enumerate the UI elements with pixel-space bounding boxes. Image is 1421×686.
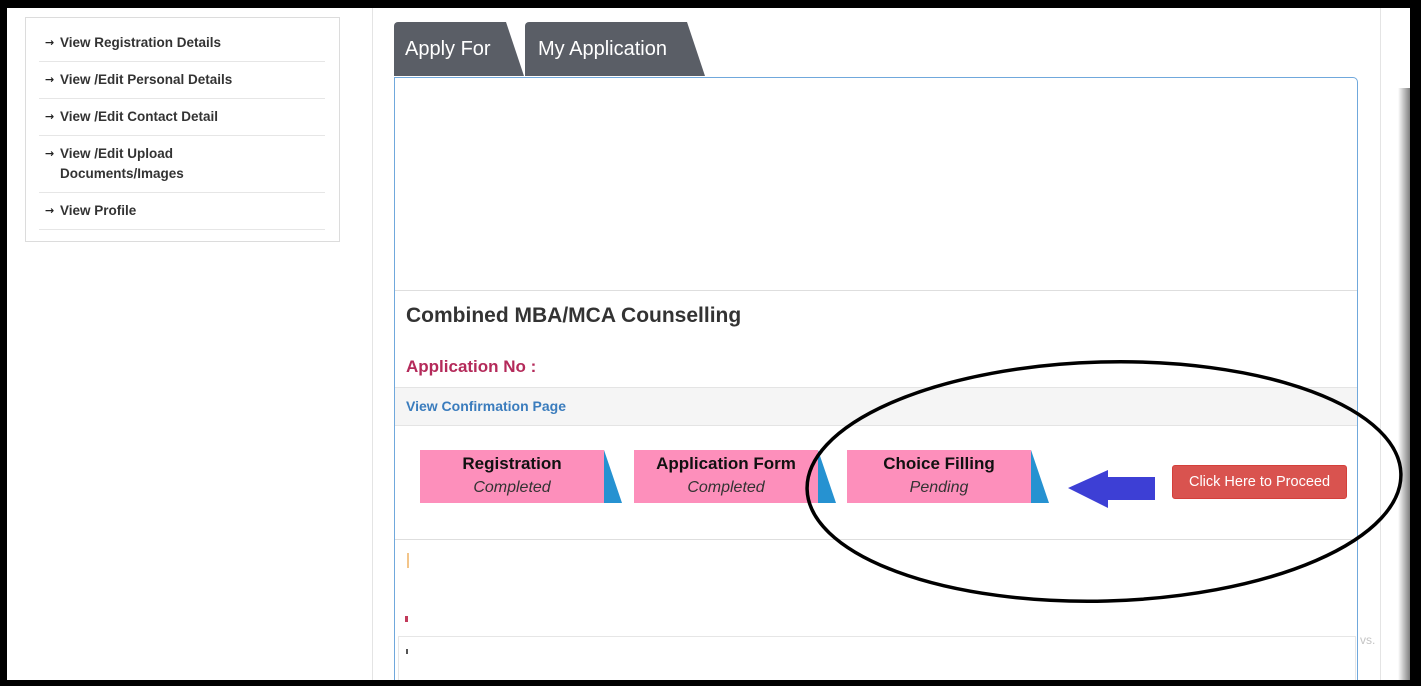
sidebar-item-edit-personal-details[interactable]: View /Edit Personal Details bbox=[39, 62, 325, 99]
sidebar-item-text-line2: Documents/Images bbox=[60, 166, 184, 181]
clipped-content-mark bbox=[406, 649, 408, 654]
sidebar-item-label: View /Edit Upload Documents/Images bbox=[60, 144, 184, 184]
step-status: Completed bbox=[473, 479, 551, 496]
application-number-label: Application No : bbox=[406, 357, 537, 376]
step-status: Completed bbox=[687, 479, 765, 496]
sidebar-item-label: View Profile bbox=[60, 201, 136, 221]
page-title: Combined MBA/MCA Counselling bbox=[406, 304, 742, 327]
frame-border-top bbox=[0, 0, 1421, 8]
step-registration: Registration Completed bbox=[420, 450, 622, 503]
step-name: Choice Filling bbox=[883, 454, 995, 473]
sidebar-item-edit-upload-documents[interactable]: View /Edit Upload Documents/Images bbox=[39, 136, 325, 193]
frame-shadow bbox=[1398, 88, 1410, 680]
sidebar-item-text: View /Edit Upload bbox=[60, 146, 174, 161]
section-divider bbox=[395, 539, 1357, 540]
sidebar-item-label: View /Edit Contact Detail bbox=[60, 107, 218, 127]
step-status: Pending bbox=[909, 479, 969, 496]
sidebar-item-text: View Registration Details bbox=[60, 35, 222, 50]
frame-border-left bbox=[0, 0, 7, 686]
sidebar-item-edit-contact-detail[interactable]: View /Edit Contact Detail bbox=[39, 99, 325, 136]
left-arrow-shape bbox=[1068, 470, 1155, 508]
clipped-content-box bbox=[398, 636, 1356, 685]
step-corner-triangle bbox=[604, 450, 622, 503]
arrow-right-icon bbox=[45, 144, 60, 164]
column-divider-left bbox=[372, 8, 373, 680]
section-divider bbox=[395, 290, 1357, 291]
tab-my-application[interactable]: My Application bbox=[525, 22, 705, 76]
clipped-content-mark bbox=[407, 553, 409, 568]
arrow-right-icon bbox=[45, 70, 60, 90]
step-name: Registration bbox=[462, 454, 562, 473]
sidebar-item-text: View /Edit Contact Detail bbox=[60, 109, 219, 124]
frame-border-bottom bbox=[0, 680, 1421, 686]
column-divider-right bbox=[1380, 8, 1381, 680]
sidebar-item-label: View Registration Details bbox=[60, 33, 221, 53]
arrow-right-icon bbox=[45, 33, 60, 53]
step-corner-triangle bbox=[818, 450, 836, 503]
tab-label: My Application bbox=[538, 38, 667, 60]
proceed-button[interactable]: Click Here to Proceed bbox=[1172, 465, 1347, 499]
step-application-form: Application Form Completed bbox=[634, 450, 836, 503]
sidebar-item-text: View Profile bbox=[60, 203, 137, 218]
left-arrow-icon bbox=[1068, 470, 1155, 508]
screen: View Registration Details View /Edit Per… bbox=[0, 0, 1421, 686]
sidebar-item-text: View /Edit Personal Details bbox=[60, 72, 233, 87]
sidebar-item-label: View /Edit Personal Details bbox=[60, 70, 232, 90]
step-corner-triangle bbox=[1031, 450, 1049, 503]
application-panel: Combined MBA/MCA Counselling Application… bbox=[394, 77, 1358, 686]
arrow-right-icon bbox=[45, 201, 60, 221]
clipped-side-text: vs. bbox=[1360, 633, 1376, 647]
step-name: Application Form bbox=[656, 454, 796, 473]
step-choice-filling: Choice Filling Pending bbox=[847, 450, 1049, 503]
arrow-right-icon bbox=[45, 107, 60, 127]
view-confirmation-page-link[interactable]: View Confirmation Page bbox=[406, 398, 566, 414]
sidebar-item-view-registration-details[interactable]: View Registration Details bbox=[39, 25, 325, 62]
tab-label: Apply For bbox=[405, 38, 491, 60]
frame-border-right bbox=[1410, 0, 1421, 686]
tab-apply-for[interactable]: Apply For bbox=[394, 22, 524, 76]
profile-sidebar: View Registration Details View /Edit Per… bbox=[25, 17, 340, 242]
clipped-content-mark bbox=[405, 616, 408, 622]
sidebar-item-view-profile[interactable]: View Profile bbox=[39, 193, 325, 230]
confirmation-bar: View Confirmation Page bbox=[395, 387, 1357, 426]
